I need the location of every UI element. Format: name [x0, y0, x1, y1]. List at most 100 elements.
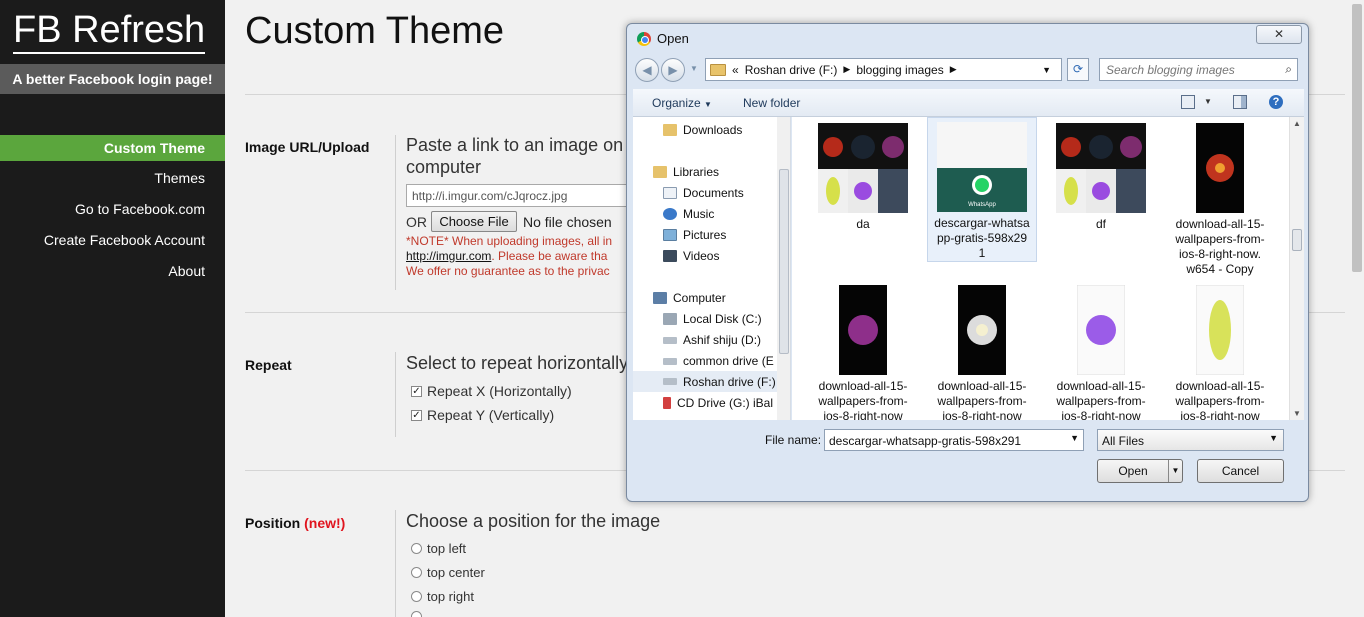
- scroll-up-icon[interactable]: ▲: [1293, 119, 1301, 128]
- position-label-text: Position: [245, 515, 301, 531]
- organize-label: Organize: [652, 96, 701, 110]
- nav-drive-e[interactable]: common drive (E: [663, 354, 774, 368]
- file-item-df[interactable]: df: [1046, 119, 1156, 232]
- nav-drive-d[interactable]: Ashif shiju (D:): [663, 333, 761, 347]
- file-list-scrollbar-thumb[interactable]: [1292, 229, 1302, 251]
- disk-icon: [663, 313, 677, 325]
- view-options-icon[interactable]: [1181, 95, 1195, 109]
- page-scrollbar[interactable]: [1350, 0, 1364, 617]
- nav-item-go-to-facebook[interactable]: Go to Facebook.com: [0, 197, 225, 228]
- chevron-right-icon[interactable]: ▶: [950, 64, 957, 75]
- position-top-right-label: top right: [427, 589, 474, 604]
- chevron-down-icon[interactable]: ▼: [1070, 433, 1079, 443]
- file-item-wallpaper[interactable]: download-all-15- wallpapers-from- ios-8-…: [808, 281, 918, 420]
- organize-menu[interactable]: Organize ▼: [652, 96, 712, 110]
- nav-pictures[interactable]: Pictures: [663, 228, 726, 242]
- nav-drive-f-label: Roshan drive (F:): [683, 374, 776, 389]
- page-scrollbar-thumb[interactable]: [1352, 4, 1362, 272]
- file-type-value: All Files: [1102, 434, 1145, 448]
- file-list-scrollbar[interactable]: ▲ ▼: [1289, 117, 1304, 420]
- nav-pane-scrollbar[interactable]: [777, 117, 790, 420]
- section-divider: [395, 352, 396, 437]
- address-segment-drive[interactable]: Roshan drive (F:): [745, 63, 838, 77]
- nav-documents-label: Documents: [683, 186, 744, 200]
- close-button[interactable]: ✕: [1256, 25, 1302, 44]
- new-folder-button[interactable]: New folder: [743, 96, 800, 110]
- upload-note: *NOTE* When uploading images, all in: [406, 234, 613, 248]
- position-top-center-label: top center: [427, 565, 485, 580]
- file-item-wallpaper[interactable]: download-all-15- wallpapers-from- ios-8-…: [1046, 281, 1156, 420]
- image-url-input[interactable]: http://i.imgur.com/cJqrocz.jpg: [406, 184, 641, 207]
- file-type-select[interactable]: All Files ▼: [1097, 429, 1284, 451]
- file-item-whatsapp[interactable]: WhatsApp descargar-whatsa pp-gratis-598x…: [927, 117, 1037, 262]
- position-center-left-radio[interactable]: [411, 611, 427, 617]
- help-icon[interactable]: ?: [1269, 95, 1283, 109]
- search-input[interactable]: Search blogging images ⌕: [1099, 58, 1298, 81]
- position-top-right-radio[interactable]: top right: [411, 589, 474, 604]
- view-dropdown-icon[interactable]: ▼: [1201, 95, 1215, 109]
- dialog-title: Open: [657, 31, 689, 46]
- documents-icon: [663, 187, 677, 199]
- imgur-link[interactable]: http://imgur.com: [406, 249, 491, 263]
- address-bar[interactable]: « Roshan drive (F:) ▶ blogging images ▶ …: [705, 58, 1062, 81]
- new-badge: (new!): [304, 515, 346, 531]
- nav-item-custom-theme[interactable]: Custom Theme: [0, 135, 225, 161]
- file-name-input[interactable]: descargar-whatsapp-gratis-598x291 ▼: [824, 429, 1084, 451]
- radio-icon: [411, 543, 422, 554]
- file-name-line2: wallpapers-from-: [1056, 394, 1146, 408]
- nav-item-about[interactable]: About: [0, 259, 225, 290]
- nav-local-disk-label: Local Disk (C:): [683, 312, 762, 326]
- image-section-title-line2: computer: [406, 157, 482, 177]
- file-name-line1: download-all-15-: [1056, 379, 1146, 393]
- choose-file-button[interactable]: Choose File: [431, 211, 517, 232]
- search-icon[interactable]: ⌕: [1285, 62, 1292, 77]
- drive-icon: [663, 336, 677, 344]
- position-top-left-label: top left: [427, 541, 467, 556]
- nav-drive-f[interactable]: Roshan drive (F:): [633, 371, 777, 392]
- nav-drive-e-label: common drive (E: [683, 354, 774, 368]
- image-url-label: Image URL/Upload: [245, 139, 370, 155]
- sidebar: FB Refresh A better Facebook login page!…: [0, 0, 225, 617]
- file-item-wallpaper[interactable]: download-all-15- wallpapers-from- ios-8-…: [927, 281, 1037, 420]
- nav-documents[interactable]: Documents: [663, 186, 744, 200]
- back-icon[interactable]: ◀: [635, 58, 659, 82]
- nav-item-create-account[interactable]: Create Facebook Account: [0, 228, 225, 259]
- file-name-line2: wallpapers-from-: [1175, 232, 1265, 246]
- nav-local-disk[interactable]: Local Disk (C:): [663, 312, 762, 326]
- nav-computer[interactable]: Computer: [653, 291, 726, 305]
- nav-libraries[interactable]: Libraries: [653, 165, 719, 179]
- position-top-center-radio[interactable]: top center: [411, 565, 485, 580]
- downloads-icon: [663, 124, 677, 136]
- nav-cd-drive[interactable]: CD Drive (G:) iBal: [663, 396, 773, 410]
- nav-item-themes[interactable]: Themes: [0, 166, 225, 197]
- address-segment-folder[interactable]: blogging images: [856, 63, 943, 77]
- file-name-value: descargar-whatsapp-gratis-598x291: [829, 434, 1022, 448]
- scroll-down-icon[interactable]: ▼: [1293, 409, 1301, 418]
- nav-videos[interactable]: Videos: [663, 249, 719, 263]
- file-item-wallpaper[interactable]: download-all-15- wallpapers-from- ios-8-…: [1165, 281, 1275, 420]
- repeat-y-checkbox[interactable]: ✓ Repeat Y (Vertically): [411, 407, 554, 423]
- file-item-wallpaper-copy[interactable]: download-all-15- wallpapers-from- ios-8-…: [1165, 119, 1275, 277]
- cancel-button[interactable]: Cancel: [1197, 459, 1284, 483]
- address-dropdown-icon[interactable]: ▼: [1042, 65, 1051, 75]
- file-thumbnail: [1196, 285, 1244, 375]
- repeat-x-checkbox[interactable]: ✓ Repeat X (Horizontally): [411, 383, 572, 399]
- preview-pane-icon[interactable]: [1233, 95, 1247, 109]
- sidebar-nav: Custom Theme Themes Go to Facebook.com C…: [0, 135, 225, 290]
- nav-pane-scrollbar-thumb[interactable]: [779, 169, 789, 354]
- nav-downloads[interactable]: Downloads: [663, 123, 742, 137]
- open-button-label: Open: [1118, 464, 1148, 478]
- history-dropdown-icon[interactable]: ▼: [687, 58, 701, 82]
- open-options-icon[interactable]: ▼: [1168, 460, 1182, 482]
- chevron-right-icon[interactable]: ▶: [843, 64, 850, 75]
- computer-icon: [653, 292, 667, 304]
- forward-icon[interactable]: ▶: [661, 58, 685, 82]
- nav-music[interactable]: Music: [663, 207, 714, 221]
- brand-logo[interactable]: FB Refresh: [13, 10, 206, 54]
- file-item-da[interactable]: da: [808, 119, 918, 232]
- open-button[interactable]: Open ▼: [1097, 459, 1183, 483]
- refresh-icon[interactable]: ⟳: [1067, 58, 1089, 81]
- address-overflow[interactable]: «: [732, 63, 739, 77]
- position-top-left-radio[interactable]: top left: [411, 541, 466, 556]
- chrome-icon: [637, 31, 651, 46]
